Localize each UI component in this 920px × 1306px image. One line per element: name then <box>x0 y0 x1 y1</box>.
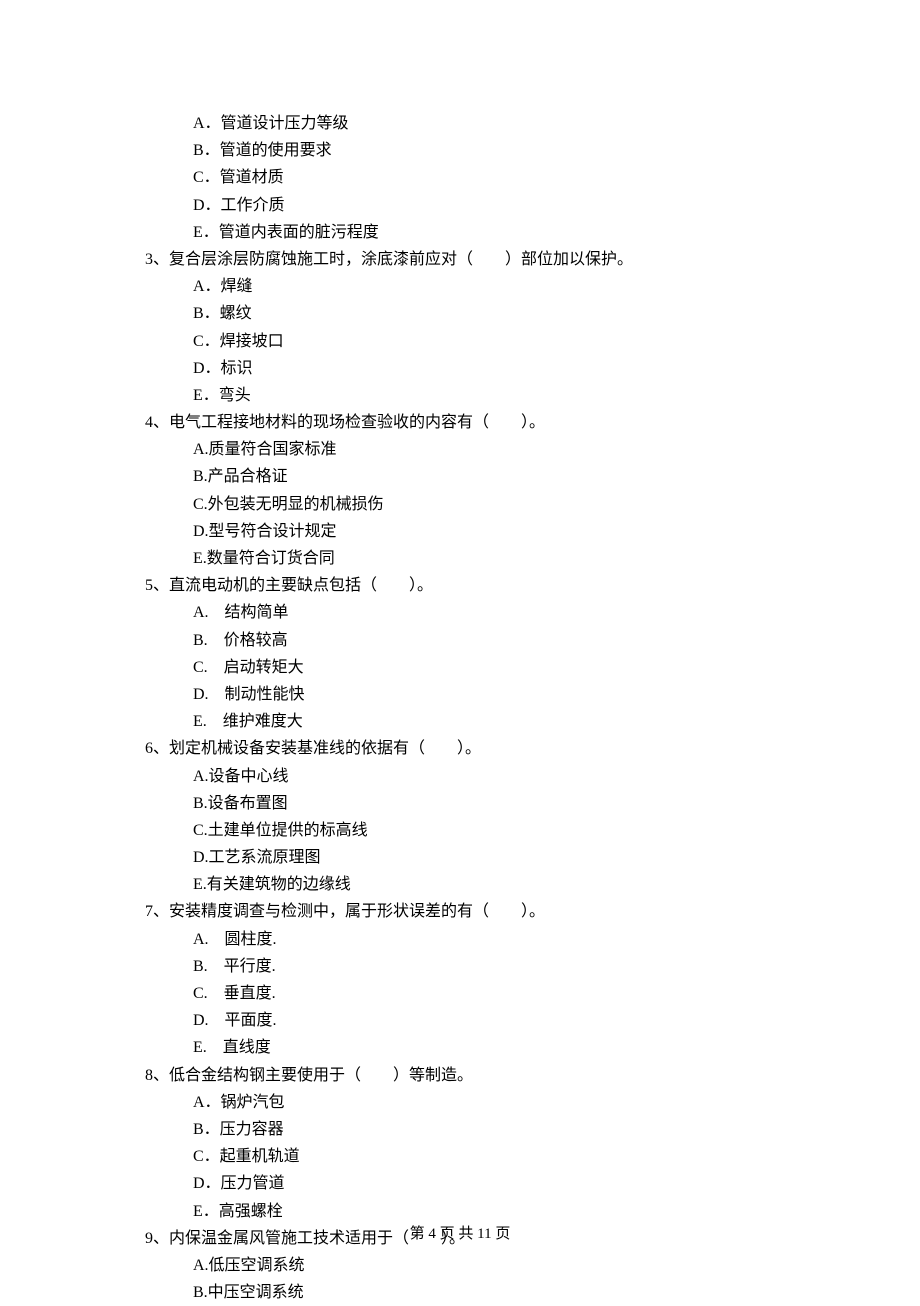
option-item: D.工艺系流原理图 <box>145 844 775 871</box>
question-3: 3、复合层涂层防腐蚀施工时，涂底漆前应对（ ）部位加以保护。 A．焊缝 B．螺纹… <box>145 246 775 409</box>
question-stem: 3、复合层涂层防腐蚀施工时，涂底漆前应对（ ）部位加以保护。 <box>145 246 775 273</box>
option-item: A．管道设计压力等级 <box>145 110 775 137</box>
option-item: B．管道的使用要求 <box>145 137 775 164</box>
option-item: B．压力容器 <box>145 1116 775 1143</box>
option-item: E.数量符合订货合同 <box>145 545 775 572</box>
question-8: 8、低合金结构钢主要使用于（ ）等制造。 A．锅炉汽包 B．压力容器 C．起重机… <box>145 1062 775 1225</box>
page-footer: 第 4 页 共 11 页 <box>0 1222 920 1248</box>
option-item: B. 价格较高 <box>145 627 775 654</box>
option-item: E．管道内表面的脏污程度 <box>145 219 775 246</box>
option-item: C. 启动转矩大 <box>145 654 775 681</box>
option-item: C．焊接坡口 <box>145 328 775 355</box>
option-item: C.土建单位提供的标高线 <box>145 817 775 844</box>
option-item: D. 制动性能快 <box>145 681 775 708</box>
question-stem: 4、电气工程接地材料的现场检查验收的内容有（ ）。 <box>145 409 775 436</box>
option-item: A. 圆柱度. <box>145 926 775 953</box>
option-item: D. 平面度. <box>145 1007 775 1034</box>
option-item: B.设备布置图 <box>145 790 775 817</box>
option-item: A.质量符合国家标准 <box>145 436 775 463</box>
option-item: E.有关建筑物的边缘线 <box>145 871 775 898</box>
option-item: B.产品合格证 <box>145 463 775 490</box>
question-7: 7、安装精度调查与检测中，属于形状误差的有（ ）。 A. 圆柱度. B. 平行度… <box>145 898 775 1061</box>
page-content: A．管道设计压力等级 B．管道的使用要求 C．管道材质 D．工作介质 E．管道内… <box>0 0 920 1306</box>
option-item: A. 结构简单 <box>145 599 775 626</box>
option-item: A.设备中心线 <box>145 763 775 790</box>
question-stem: 8、低合金结构钢主要使用于（ ）等制造。 <box>145 1062 775 1089</box>
option-item: C．起重机轨道 <box>145 1143 775 1170</box>
intro-options-block: A．管道设计压力等级 B．管道的使用要求 C．管道材质 D．工作介质 E．管道内… <box>145 110 775 246</box>
option-item: C．管道材质 <box>145 164 775 191</box>
option-item: B．螺纹 <box>145 300 775 327</box>
option-item: C. 垂直度. <box>145 980 775 1007</box>
question-stem: 5、直流电动机的主要缺点包括（ ）。 <box>145 572 775 599</box>
option-item: D．工作介质 <box>145 192 775 219</box>
option-item: D．压力管道 <box>145 1170 775 1197</box>
option-item: D．标识 <box>145 355 775 382</box>
option-item: E. 维护难度大 <box>145 708 775 735</box>
option-item: E. 直线度 <box>145 1034 775 1061</box>
option-item: A.低压空调系统 <box>145 1252 775 1279</box>
option-item: D.型号符合设计规定 <box>145 518 775 545</box>
question-stem: 6、划定机械设备安装基准线的依据有（ ）。 <box>145 735 775 762</box>
question-5: 5、直流电动机的主要缺点包括（ ）。 A. 结构简单 B. 价格较高 C. 启动… <box>145 572 775 735</box>
option-item: E．弯头 <box>145 382 775 409</box>
option-item: A．焊缝 <box>145 273 775 300</box>
question-4: 4、电气工程接地材料的现场检查验收的内容有（ ）。 A.质量符合国家标准 B.产… <box>145 409 775 572</box>
option-item: A．锅炉汽包 <box>145 1089 775 1116</box>
option-item: B. 平行度. <box>145 953 775 980</box>
question-stem: 7、安装精度调查与检测中，属于形状误差的有（ ）。 <box>145 898 775 925</box>
question-6: 6、划定机械设备安装基准线的依据有（ ）。 A.设备中心线 B.设备布置图 C.… <box>145 735 775 898</box>
option-item: C.外包装无明显的机械损伤 <box>145 491 775 518</box>
